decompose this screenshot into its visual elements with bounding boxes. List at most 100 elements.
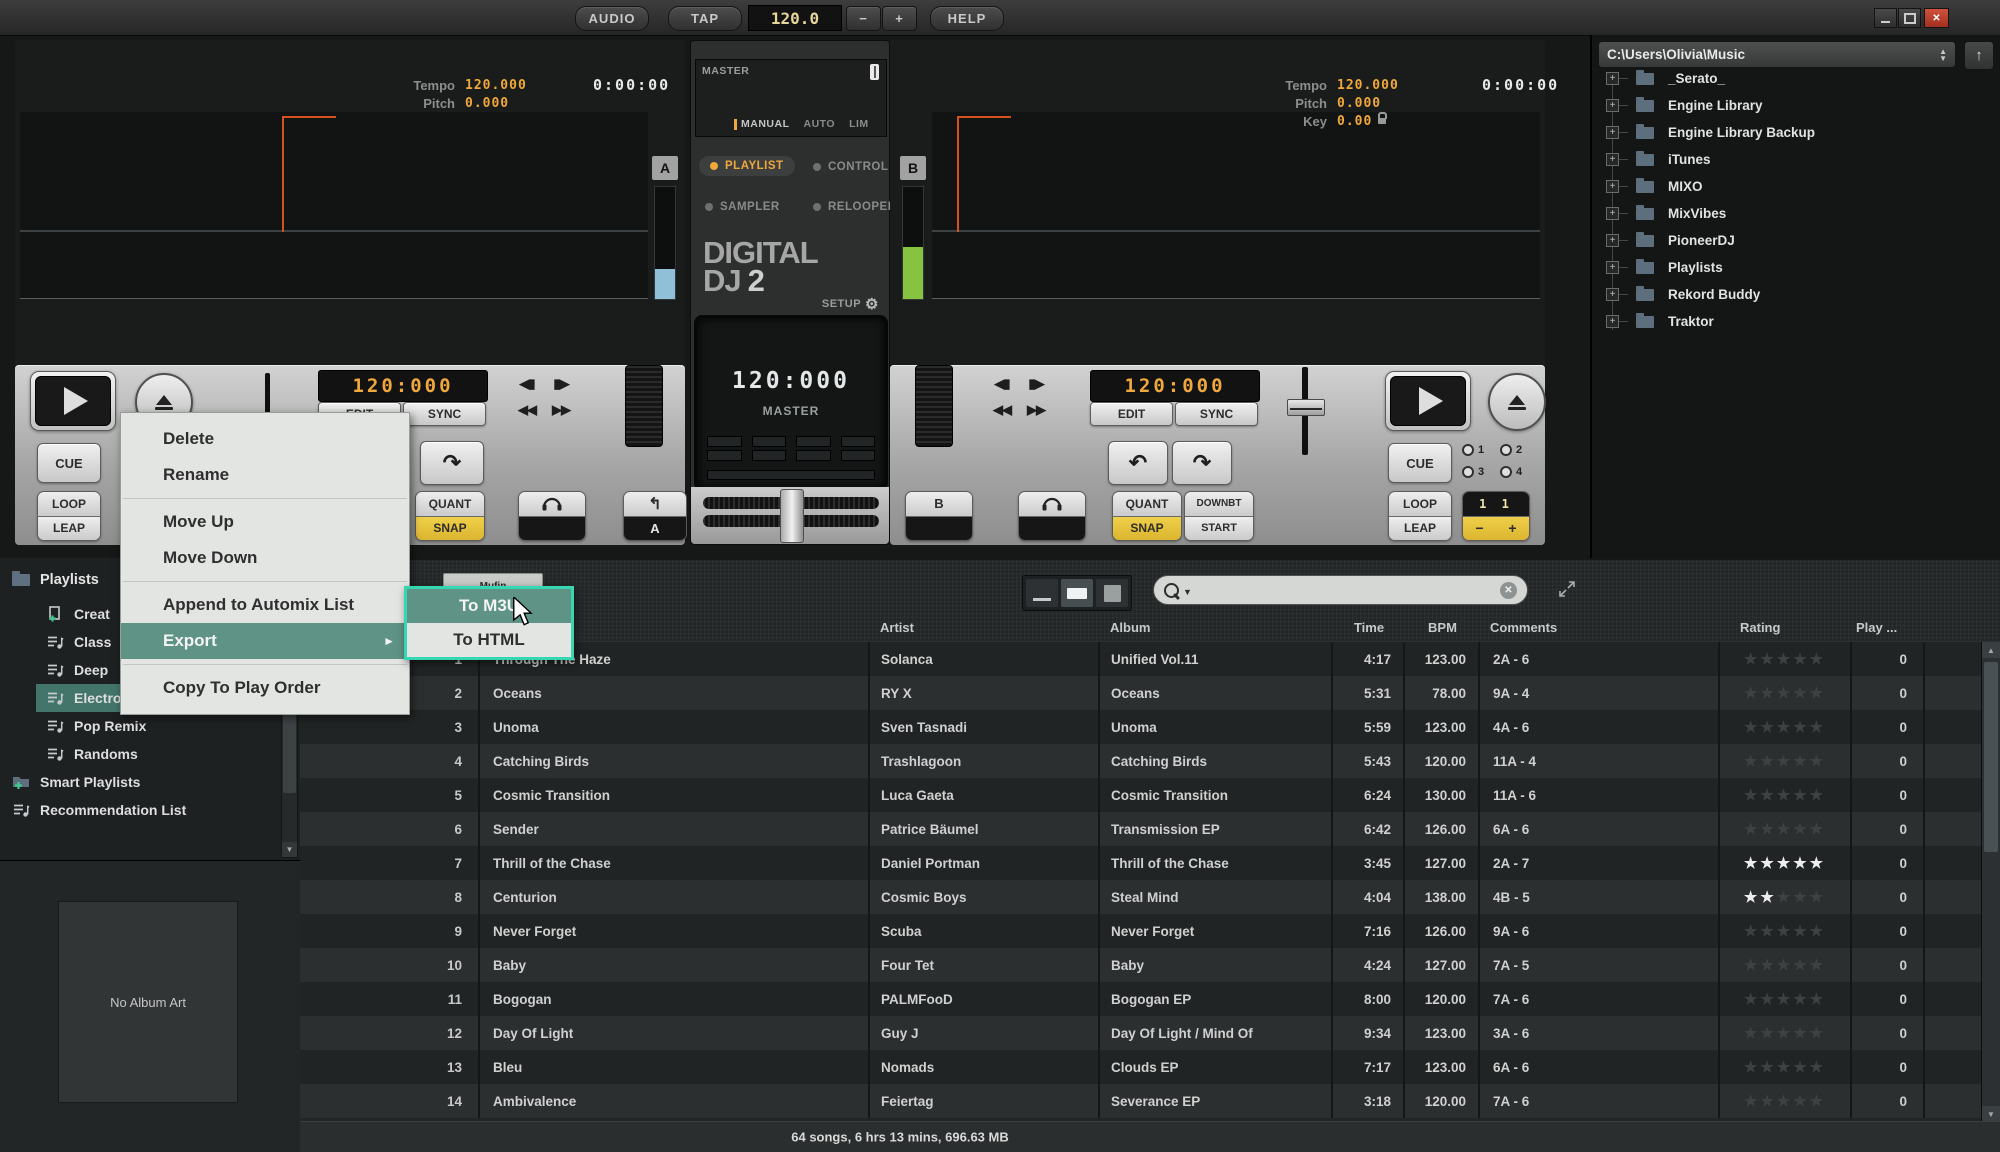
- expand-icon[interactable]: +: [1606, 288, 1619, 301]
- star-icon[interactable]: ★: [1793, 956, 1809, 974]
- playlist-item[interactable]: Recommendation List: [0, 796, 282, 824]
- audio-button[interactable]: AUDIO: [575, 6, 649, 31]
- frame-back-button[interactable]: ◀▮: [510, 371, 544, 397]
- folder-item[interactable]: + Engine Library: [1592, 92, 2000, 119]
- folder-item[interactable]: + Traktor: [1592, 308, 2000, 335]
- track-row[interactable]: 14 Ambivalence Feiertag Severance EP 3:1…: [300, 1084, 2000, 1118]
- loop-half-button[interactable]: −: [1475, 520, 1483, 536]
- search-clear-button[interactable]: ✕: [1500, 582, 1517, 599]
- star-icon[interactable]: ★: [1793, 1092, 1809, 1110]
- loop-double-button[interactable]: +: [1508, 520, 1516, 536]
- star-icon[interactable]: ★: [1777, 752, 1793, 770]
- tap-button[interactable]: TAP: [668, 6, 742, 31]
- star-icon[interactable]: ★: [1744, 752, 1760, 770]
- star-icon[interactable]: ★: [1744, 956, 1760, 974]
- menu-item[interactable]: Move Up ►: [121, 504, 409, 540]
- path-spinner-icon[interactable]: ▲▼: [1939, 48, 1947, 62]
- star-icon[interactable]: ★: [1793, 820, 1809, 838]
- star-icon[interactable]: ★: [1810, 718, 1826, 736]
- table-scrollbar-thumb[interactable]: [1984, 662, 1998, 852]
- track-row[interactable]: 8 Centurion Cosmic Boys Steal Mind 4:04 …: [300, 880, 2000, 914]
- deck-b-headphone-button[interactable]: [1018, 491, 1086, 541]
- hotcue-pad[interactable]: 2: [1500, 444, 1538, 456]
- view-large-button[interactable]: [1096, 579, 1128, 607]
- header-rating[interactable]: Rating: [1720, 620, 1852, 635]
- table-scrollbar[interactable]: ▲ ▼: [1981, 642, 2000, 1122]
- star-icon[interactable]: ★: [1777, 1024, 1793, 1042]
- crossfader-handle[interactable]: [780, 489, 804, 543]
- star-icon[interactable]: ★: [1744, 718, 1760, 736]
- menu-item[interactable]: Copy To Play Order ►: [121, 670, 409, 706]
- deck-a-headphone-button[interactable]: [518, 491, 586, 541]
- header-album[interactable]: Album: [1100, 620, 1333, 635]
- seek-back-button[interactable]: ◀◀: [510, 397, 544, 423]
- star-icon[interactable]: ★: [1760, 752, 1776, 770]
- deck-b-pitch-bend-down-button[interactable]: ↶: [1108, 441, 1168, 485]
- star-icon[interactable]: ★: [1793, 718, 1809, 736]
- star-icon[interactable]: ★: [1760, 854, 1776, 872]
- menu-item[interactable]: Delete ►: [121, 421, 409, 457]
- tab-sampler[interactable]: SAMPLER: [705, 201, 780, 213]
- folder-item[interactable]: + iTunes: [1592, 146, 2000, 173]
- close-button[interactable]: ✕: [1924, 8, 1949, 28]
- menu-item[interactable]: ►: [123, 581, 407, 582]
- star-icon[interactable]: ★: [1810, 888, 1826, 906]
- expand-icon[interactable]: +: [1606, 180, 1619, 193]
- deck-b-volume-fader[interactable]: [915, 365, 953, 447]
- star-icon[interactable]: ★: [1744, 650, 1760, 668]
- tab-relooper[interactable]: RELOOPER: [813, 201, 897, 213]
- search-input[interactable]: [1196, 582, 1496, 599]
- star-icon[interactable]: ★: [1810, 752, 1826, 770]
- tab-control[interactable]: CONTROL: [813, 161, 888, 173]
- deck-a-cue-button[interactable]: CUE: [37, 443, 101, 483]
- menu-item[interactable]: Export ►: [121, 623, 409, 659]
- star-icon[interactable]: ★: [1760, 990, 1776, 1008]
- deck-a-quant-snap-button[interactable]: QUANT SNAP: [415, 491, 485, 541]
- star-icon[interactable]: ★: [1777, 650, 1793, 668]
- scroll-down-icon[interactable]: ▼: [282, 842, 297, 857]
- star-icon[interactable]: ★: [1810, 1092, 1826, 1110]
- header-play-count[interactable]: Play ...: [1852, 620, 1925, 635]
- bpm-decrease-button[interactable]: −: [846, 6, 881, 31]
- star-icon[interactable]: ★: [1810, 786, 1826, 804]
- folder-item[interactable]: + Engine Library Backup: [1592, 119, 2000, 146]
- deck-b-cue-button[interactable]: CUE: [1388, 443, 1452, 483]
- star-icon[interactable]: ★: [1793, 684, 1809, 702]
- expand-icon[interactable]: +: [1606, 261, 1619, 274]
- view-medium-button[interactable]: [1061, 579, 1093, 607]
- star-icon[interactable]: ★: [1810, 922, 1826, 940]
- deck-b-downbeat-start-button[interactable]: DOWNBT START: [1184, 491, 1254, 541]
- frame-forward-button[interactable]: ▮▶: [1019, 371, 1053, 397]
- star-icon[interactable]: ★: [1810, 684, 1826, 702]
- star-icon[interactable]: ★: [1810, 956, 1826, 974]
- deck-a-waveform[interactable]: [20, 112, 648, 299]
- star-icon[interactable]: ★: [1777, 718, 1793, 736]
- deck-b-edit-button[interactable]: EDIT: [1090, 402, 1173, 426]
- deck-b-loop-length-control[interactable]: 1 1 − +: [1462, 491, 1530, 541]
- folder-item[interactable]: + MIXO: [1592, 173, 2000, 200]
- expand-icon[interactable]: +: [1606, 99, 1619, 112]
- star-icon[interactable]: ★: [1793, 854, 1809, 872]
- star-icon[interactable]: ★: [1777, 990, 1793, 1008]
- expand-icon[interactable]: +: [1606, 126, 1619, 139]
- deck-b-play-button[interactable]: [1385, 371, 1471, 431]
- expand-icon[interactable]: +: [1606, 234, 1619, 247]
- track-row[interactable]: 12 Day Of Light Guy J Day Of Light / Min…: [300, 1016, 2000, 1050]
- view-list-button[interactable]: [1026, 579, 1058, 607]
- star-icon[interactable]: ★: [1793, 888, 1809, 906]
- deck-a-volume-fader[interactable]: [625, 365, 663, 447]
- menu-item[interactable]: Move Down ►: [121, 540, 409, 576]
- folder-item[interactable]: + Rekord Buddy: [1592, 281, 2000, 308]
- track-row[interactable]: 13 Bleu Nomads Clouds EP 7:17 123.00 6A …: [300, 1050, 2000, 1084]
- star-icon[interactable]: ★: [1744, 786, 1760, 804]
- star-icon[interactable]: ★: [1777, 1092, 1793, 1110]
- star-icon[interactable]: ★: [1777, 888, 1793, 906]
- star-icon[interactable]: ★: [1777, 854, 1793, 872]
- folder-item[interactable]: + PioneerDJ: [1592, 227, 2000, 254]
- deck-b-slot-button[interactable]: B: [905, 491, 973, 541]
- folder-item[interactable]: + _Serato_: [1592, 65, 2000, 92]
- header-artist[interactable]: Artist: [870, 620, 1100, 635]
- help-button[interactable]: HELP: [930, 6, 1004, 31]
- track-row[interactable]: 5 Cosmic Transition Luca Gaeta Cosmic Tr…: [300, 778, 2000, 812]
- star-icon[interactable]: ★: [1760, 684, 1776, 702]
